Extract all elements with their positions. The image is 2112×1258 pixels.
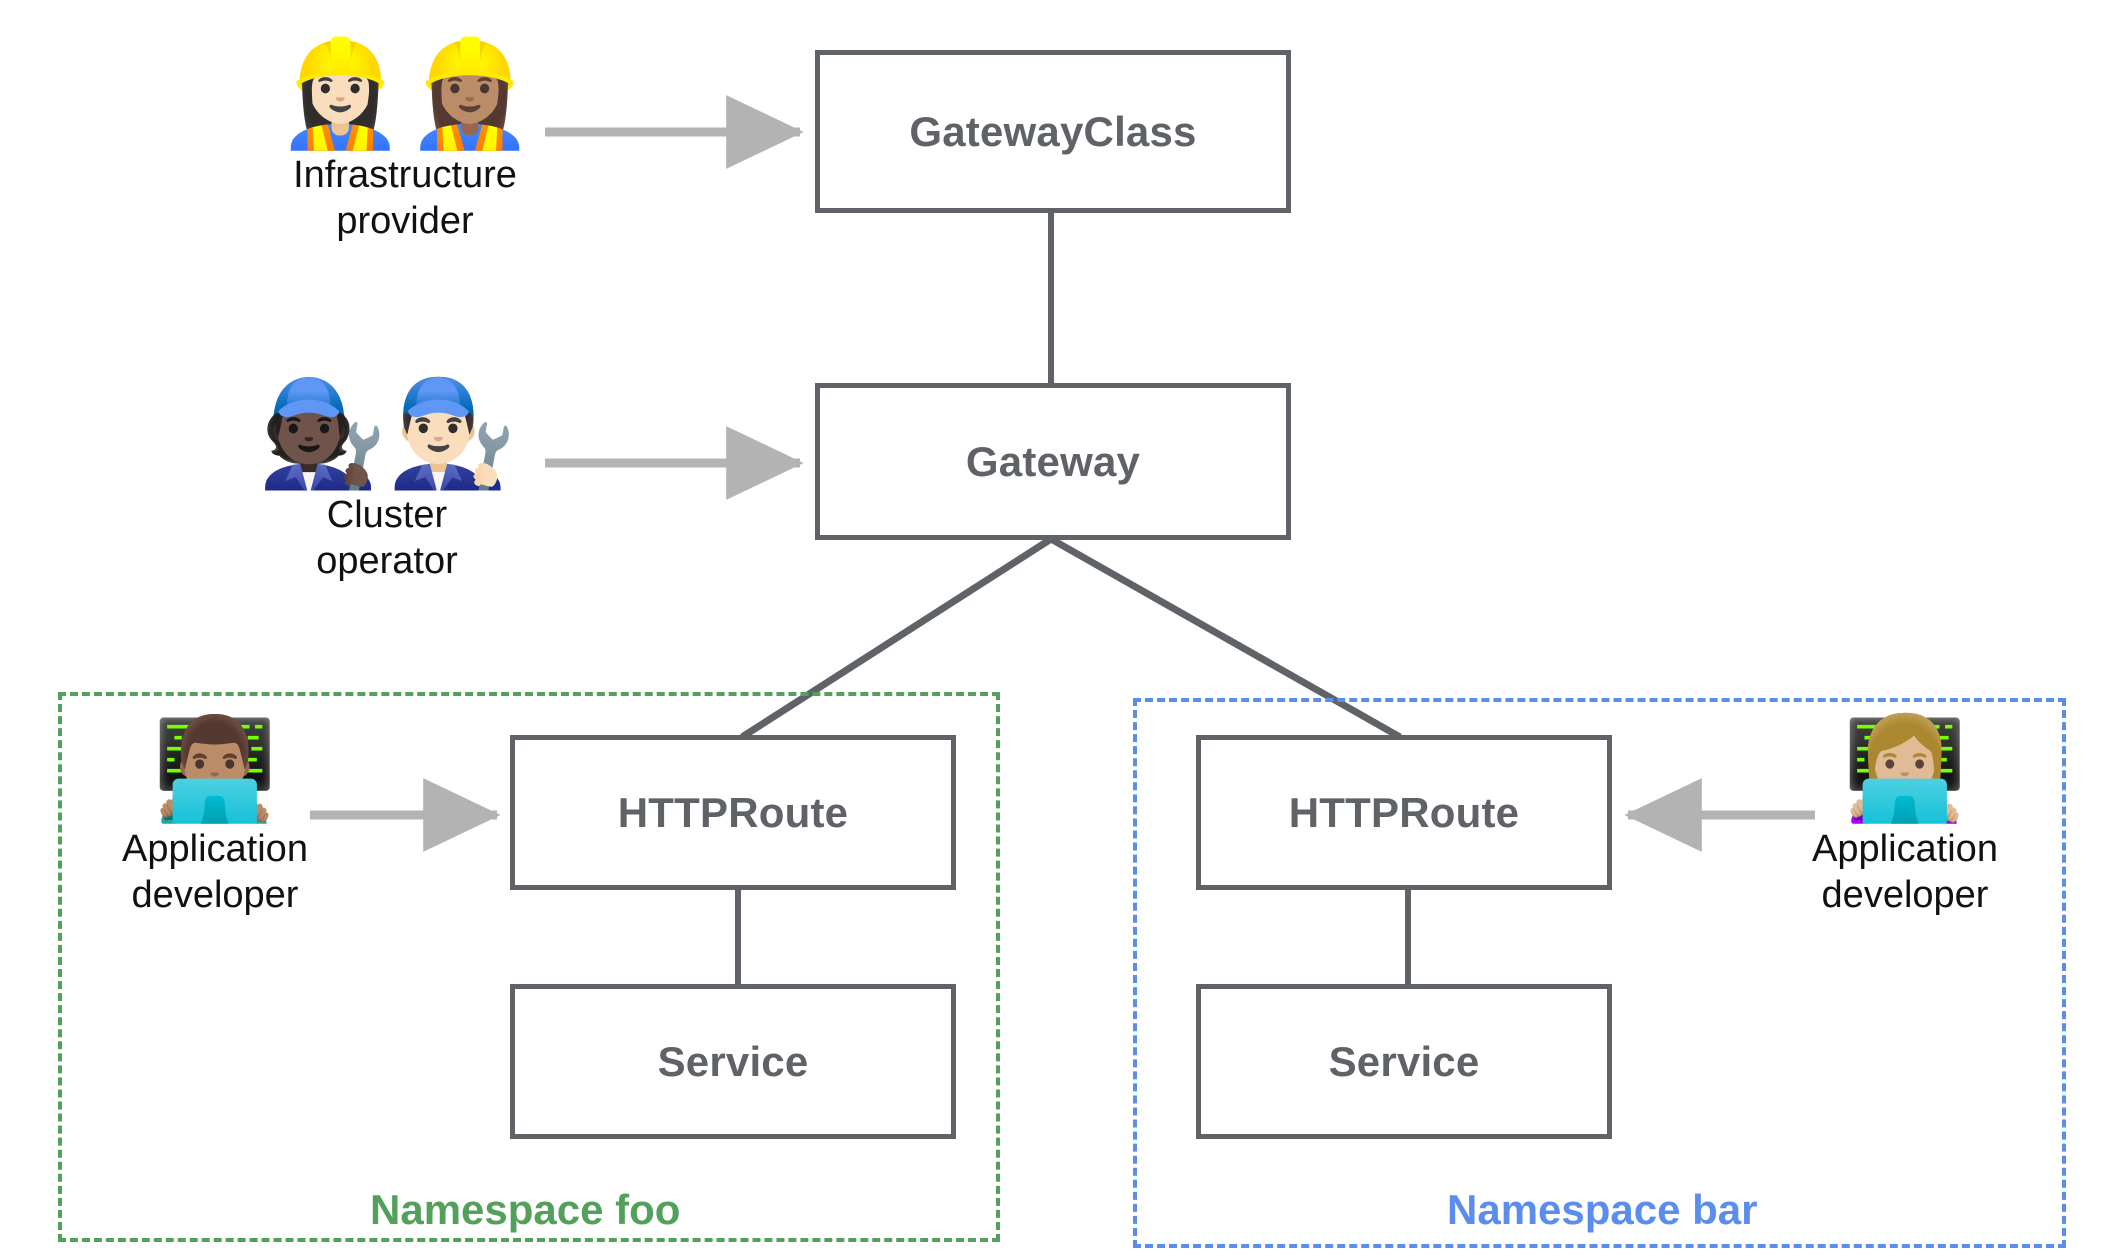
node-service-bar[interactable]: Service	[1196, 984, 1612, 1139]
persona-app-developer-foo-label: Application developer	[122, 828, 308, 917]
node-service-foo[interactable]: Service	[510, 984, 956, 1139]
technologist-emoji: 👩🏼‍💻	[1842, 710, 1968, 827]
persona-app-developer-foo: 👨🏽‍💻 Application developer	[100, 718, 330, 919]
persona-infrastructure-provider-label: Infrastructure provider	[293, 154, 517, 243]
node-httproute-bar-label: HTTPRoute	[1288, 788, 1520, 836]
node-gateway-label: Gateway	[965, 437, 1141, 485]
node-gatewayclass[interactable]: GatewayClass	[815, 50, 1291, 213]
namespace-foo-label: Namespace foo	[370, 1186, 681, 1233]
node-service-bar-label: Service	[1328, 1037, 1480, 1085]
node-gatewayclass-label: GatewayClass	[909, 107, 1197, 155]
node-httproute-foo[interactable]: HTTPRoute	[510, 735, 956, 890]
node-gateway[interactable]: Gateway	[815, 383, 1291, 540]
namespace-bar-label: Namespace bar	[1447, 1186, 1758, 1233]
persona-app-developer-bar-label: Application developer	[1812, 828, 1998, 917]
persona-app-developer-bar: 👩🏼‍💻 Application developer	[1790, 718, 2020, 919]
persona-cluster-operator-label: Cluster operator	[316, 494, 458, 583]
node-service-foo-label: Service	[657, 1037, 809, 1085]
persona-cluster-operator: 🧑🏿‍🔧👨🏻‍🔧 Cluster operator	[258, 380, 517, 585]
gateway-api-diagram: GatewayClass Gateway HTTPRoute Service H…	[0, 0, 2112, 1258]
node-httproute-foo-label: HTTPRoute	[617, 788, 849, 836]
mechanic-emoji: 🧑🏿‍🔧👨🏻‍🔧	[257, 372, 517, 494]
persona-infrastructure-provider: 👷🏻‍♀️👷🏽‍♀️ Infrastructure provider	[276, 40, 535, 245]
node-httproute-bar[interactable]: HTTPRoute	[1196, 735, 1612, 890]
construction-worker-emoji: 👷🏻‍♀️👷🏽‍♀️	[275, 32, 535, 154]
technologist-emoji: 👨🏽‍💻	[152, 710, 278, 827]
